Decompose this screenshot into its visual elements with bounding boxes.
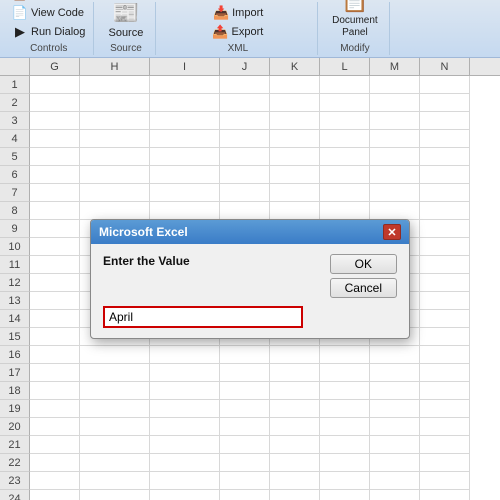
- run-dialog-icon: ▶: [12, 24, 28, 40]
- dialog-prompt-text: Enter the Value: [103, 254, 190, 268]
- dialog-title: Microsoft Excel: [99, 225, 188, 239]
- properties-icon: 📋: [12, 0, 28, 2]
- dialog-buttons: OK Cancel: [330, 254, 397, 298]
- dialog-input-row: [103, 306, 397, 328]
- document-panel-label: DocumentPanel: [332, 15, 378, 39]
- view-code-icon: 📄: [12, 5, 28, 21]
- document-panel-icon: 📋: [341, 0, 369, 15]
- source-label: Source: [108, 27, 143, 39]
- xml-group-label: XML: [228, 43, 249, 55]
- properties-button[interactable]: 📋 Properties: [10, 0, 87, 3]
- ok-button[interactable]: OK: [330, 254, 397, 274]
- document-panel-button[interactable]: 📋 DocumentPanel: [328, 0, 382, 41]
- source-group-label: Source: [110, 43, 142, 55]
- export-button[interactable]: 📤 Export: [211, 23, 266, 41]
- dialog-prompt-row: Enter the Value OK Cancel: [103, 254, 397, 298]
- import-icon: 📥: [213, 5, 229, 21]
- cancel-button[interactable]: Cancel: [330, 278, 397, 298]
- spreadsheet-area: G H I J K L M N 123456789101112131415161…: [0, 58, 500, 500]
- export-label: Export: [232, 26, 264, 38]
- refresh-data-icon: 🔄: [186, 0, 202, 1]
- ribbon-group-xml: 🗂 Map Properties 📦 Expansion Packs 🔄 Ref…: [158, 2, 318, 55]
- source-button[interactable]: 📰 Source: [104, 0, 147, 41]
- controls-items: 📋 Properties 📄 View Code ▶ Run Dialog: [10, 0, 87, 41]
- view-code-label: View Code: [31, 7, 84, 19]
- value-input[interactable]: [103, 306, 303, 328]
- dialog-overlay: Microsoft Excel ✕ Enter the Value OK Can…: [0, 58, 500, 500]
- ribbon-group-modify: 📋 DocumentPanel Modify: [320, 2, 390, 55]
- source-icon: 📰: [112, 0, 140, 27]
- import-label: Import: [232, 7, 263, 19]
- ribbon-group-source: 📰 Source Source: [96, 2, 156, 55]
- microsoft-excel-dialog: Microsoft Excel ✕ Enter the Value OK Can…: [90, 219, 410, 339]
- dialog-body: Enter the Value OK Cancel: [91, 244, 409, 338]
- import-button[interactable]: 📥 Import: [211, 4, 265, 22]
- ribbon: 📋 Properties 📄 View Code ▶ Run Dialog Co…: [0, 0, 500, 58]
- ribbon-group-controls: 📋 Properties 📄 View Code ▶ Run Dialog Co…: [4, 2, 94, 55]
- controls-group-label: Controls: [30, 43, 67, 55]
- view-code-button[interactable]: 📄 View Code: [10, 4, 87, 22]
- export-icon: 📤: [213, 24, 229, 40]
- dialog-titlebar: Microsoft Excel ✕: [91, 220, 409, 244]
- run-dialog-label: Run Dialog: [31, 26, 85, 38]
- dialog-close-button[interactable]: ✕: [383, 224, 401, 240]
- run-dialog-button[interactable]: ▶ Run Dialog: [10, 23, 87, 41]
- modify-group-label: Modify: [340, 43, 369, 55]
